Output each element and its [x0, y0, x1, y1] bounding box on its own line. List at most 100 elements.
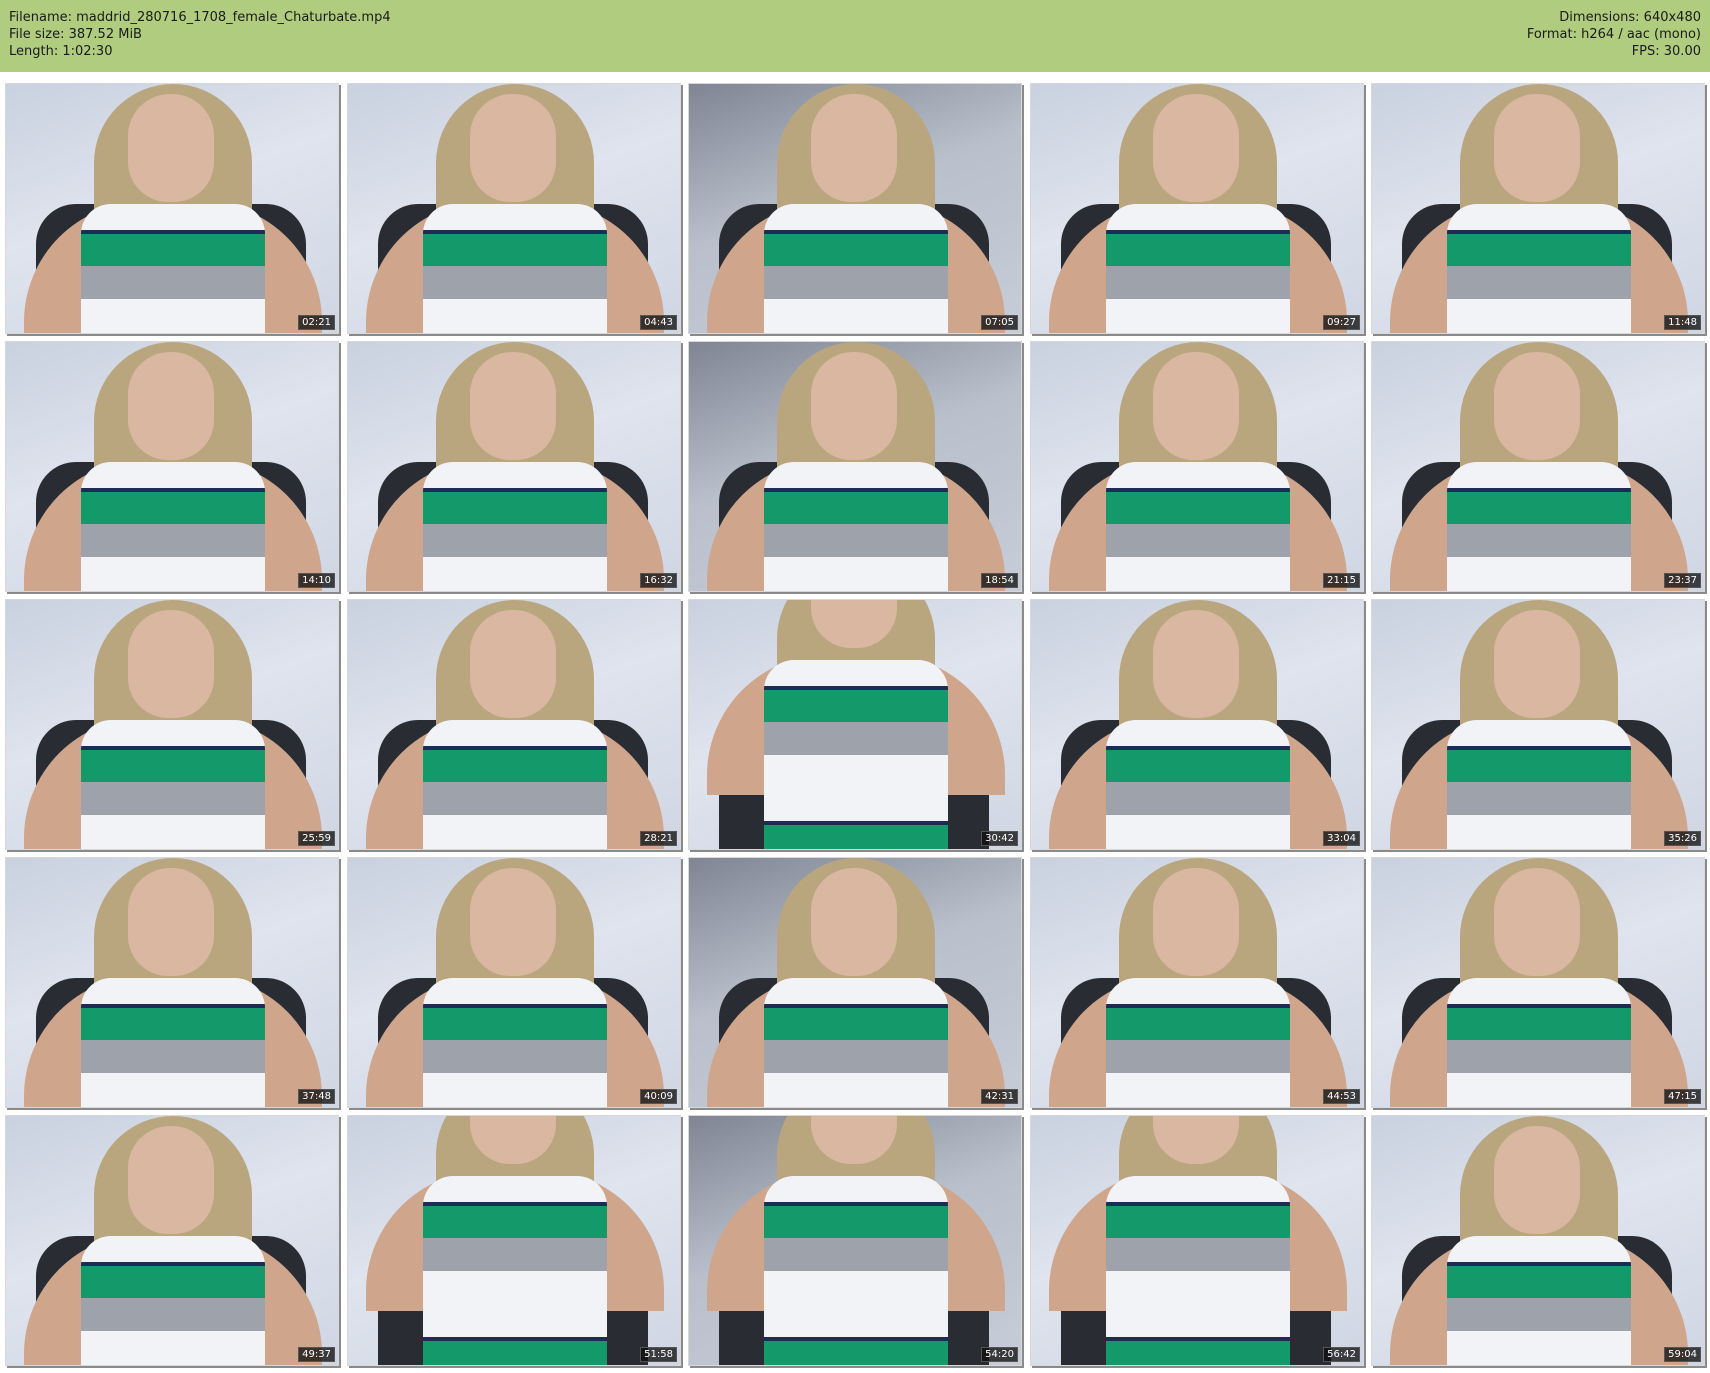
video-thumbnail: 21:15	[1030, 341, 1364, 592]
fps-text: FPS: 30.00	[1631, 44, 1701, 59]
video-thumbnail: 30:42	[688, 599, 1022, 850]
video-thumbnail: 59:04	[1371, 1115, 1705, 1366]
video-thumbnail: 28:21	[347, 599, 681, 850]
striped-top-shape	[764, 462, 948, 591]
video-thumbnail: 42:31	[688, 857, 1022, 1108]
thumbnail-timestamp: 21:15	[1323, 573, 1360, 588]
video-thumbnail: 14:10	[5, 341, 339, 592]
thumbnail-timestamp: 56:42	[1323, 1347, 1360, 1362]
thumbnail-timestamp: 33:04	[1323, 831, 1360, 846]
face-shape	[1153, 352, 1239, 460]
video-thumbnail: 33:04	[1030, 599, 1364, 850]
thumbnail-timestamp: 14:10	[298, 573, 335, 588]
thumbnail-timestamp: 07:05	[981, 315, 1018, 330]
face-shape	[1494, 868, 1580, 976]
face-shape	[1494, 352, 1580, 460]
thumbnail-timestamp: 02:21	[298, 315, 335, 330]
face-shape	[1494, 94, 1580, 202]
striped-top-shape	[81, 1236, 265, 1365]
thumbnail-timestamp: 51:58	[640, 1347, 677, 1362]
striped-top-shape	[1447, 204, 1631, 333]
thumbnail-timestamp: 54:20	[981, 1347, 1018, 1362]
video-thumbnail: 25:59	[5, 599, 339, 850]
thumbnail-timestamp: 23:37	[1664, 573, 1701, 588]
striped-top-shape	[1447, 720, 1631, 849]
thumbnail-timestamp: 35:26	[1664, 831, 1701, 846]
thumbnail-timestamp: 47:15	[1664, 1089, 1701, 1104]
striped-top-shape	[423, 720, 607, 849]
thumbnail-timestamp: 42:31	[981, 1089, 1018, 1104]
face-shape	[470, 868, 556, 976]
striped-top-shape	[423, 204, 607, 333]
video-thumbnail: 07:05	[688, 83, 1022, 334]
striped-top-shape	[764, 204, 948, 333]
thumbnail-timestamp: 40:09	[640, 1089, 677, 1104]
striped-top-shape	[423, 1176, 607, 1365]
face-shape	[811, 352, 897, 460]
video-thumbnail: 37:48	[5, 857, 339, 1108]
striped-top-shape	[1106, 462, 1290, 591]
striped-top-shape	[423, 462, 607, 591]
face-shape	[128, 352, 214, 460]
thumbnail-timestamp: 09:27	[1323, 315, 1360, 330]
thumbnail-timestamp: 28:21	[640, 831, 677, 846]
thumbnail-timestamp: 16:32	[640, 573, 677, 588]
length-text: Length: 1:02:30	[9, 44, 113, 59]
video-thumbnail: 51:58	[347, 1115, 681, 1366]
striped-top-shape	[81, 204, 265, 333]
striped-top-shape	[1447, 978, 1631, 1107]
face-shape	[811, 868, 897, 976]
video-thumbnail: 54:20	[688, 1115, 1022, 1366]
filename-text: Filename: maddrid_280716_1708_female_Cha…	[9, 10, 391, 25]
striped-top-shape	[1106, 1176, 1290, 1365]
striped-top-shape	[1447, 1236, 1631, 1365]
video-thumbnail: 56:42	[1030, 1115, 1364, 1366]
thumbnail-timestamp: 18:54	[981, 573, 1018, 588]
face-shape	[128, 868, 214, 976]
file-info-left: Filename: maddrid_280716_1708_female_Cha…	[9, 9, 391, 60]
video-thumbnail: 23:37	[1371, 341, 1705, 592]
striped-top-shape	[764, 660, 948, 849]
video-thumbnail: 35:26	[1371, 599, 1705, 850]
thumbnail-timestamp: 11:48	[1664, 315, 1701, 330]
thumbnail-timestamp: 25:59	[298, 831, 335, 846]
striped-top-shape	[1447, 462, 1631, 591]
face-shape	[128, 1126, 214, 1234]
striped-top-shape	[81, 978, 265, 1107]
info-header: Filename: maddrid_280716_1708_female_Cha…	[0, 0, 1710, 72]
video-thumbnail: 47:15	[1371, 857, 1705, 1108]
thumbnail-timestamp: 44:53	[1323, 1089, 1360, 1104]
face-shape	[1153, 610, 1239, 718]
video-thumbnail: 18:54	[688, 341, 1022, 592]
video-thumbnail: 02:21	[5, 83, 339, 334]
video-thumbnail: 49:37	[5, 1115, 339, 1366]
thumbnail-timestamp: 30:42	[981, 831, 1018, 846]
face-shape	[470, 610, 556, 718]
video-thumbnail: 09:27	[1030, 83, 1364, 334]
striped-top-shape	[1106, 978, 1290, 1107]
video-thumbnail: 44:53	[1030, 857, 1364, 1108]
dimensions-text: Dimensions: 640x480	[1559, 10, 1701, 25]
face-shape	[470, 352, 556, 460]
video-thumbnail: 16:32	[347, 341, 681, 592]
thumbnail-grid: 02:21 04:43 07:05 09:27 11:48 14:10 16:32 18:54…	[5, 83, 1705, 1370]
format-text: Format: h264 / aac (mono)	[1526, 27, 1701, 42]
video-thumbnail: 11:48	[1371, 83, 1705, 334]
filesize-text: File size: 387.52 MiB	[9, 27, 142, 42]
face-shape	[1494, 610, 1580, 718]
striped-top-shape	[1106, 720, 1290, 849]
video-thumbnail: 40:09	[347, 857, 681, 1108]
face-shape	[1153, 868, 1239, 976]
striped-top-shape	[764, 978, 948, 1107]
striped-top-shape	[423, 978, 607, 1107]
face-shape	[128, 94, 214, 202]
face-shape	[1494, 1126, 1580, 1234]
striped-top-shape	[81, 720, 265, 849]
thumbnail-timestamp: 04:43	[640, 315, 677, 330]
thumbnail-timestamp: 49:37	[298, 1347, 335, 1362]
striped-top-shape	[764, 1176, 948, 1365]
file-info-right: Dimensions: 640x480 Format: h264 / aac (…	[1527, 9, 1701, 60]
face-shape	[1153, 94, 1239, 202]
face-shape	[128, 610, 214, 718]
thumbnail-timestamp: 59:04	[1664, 1347, 1701, 1362]
